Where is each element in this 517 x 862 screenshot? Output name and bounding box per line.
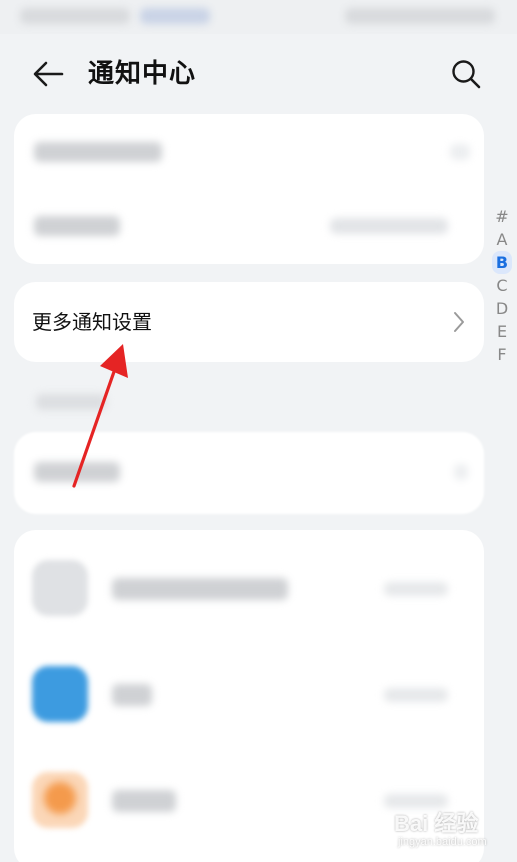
blurred-app-name-3[interactable] xyxy=(112,790,176,812)
page-title: 通知中心 xyxy=(88,59,197,89)
blurred-app-name-2[interactable] xyxy=(112,684,152,706)
status-bar xyxy=(0,0,517,34)
blurred-setting-card[interactable] xyxy=(14,432,484,514)
app-icon-1[interactable] xyxy=(32,560,88,616)
index-letter-a[interactable]: A xyxy=(492,228,512,251)
index-letter-hash[interactable]: # xyxy=(492,205,512,228)
notification-settings-card xyxy=(14,114,484,264)
back-button[interactable] xyxy=(26,56,70,92)
more-notification-settings-item[interactable]: 更多通知设置 xyxy=(14,282,484,362)
index-letter-c[interactable]: C xyxy=(492,274,512,297)
arrow-left-icon xyxy=(33,61,64,87)
more-notification-settings-label: 更多通知设置 xyxy=(32,310,152,334)
blurred-toggle-1[interactable] xyxy=(450,144,470,160)
blurred-app-status-2 xyxy=(384,688,448,702)
blurred-app-name-1[interactable] xyxy=(112,578,288,600)
chevron-right-icon xyxy=(454,312,464,332)
index-letter-d[interactable]: D xyxy=(492,297,512,320)
blurred-setting-row-1[interactable] xyxy=(34,142,162,162)
search-button[interactable] xyxy=(446,56,486,92)
blurred-app-status-1 xyxy=(384,582,448,596)
blurred-chevron-3 xyxy=(454,464,468,480)
search-icon xyxy=(452,60,481,89)
index-letter-b[interactable]: B xyxy=(492,251,512,274)
alphabet-index-bar[interactable]: # A B C D E F xyxy=(492,205,512,366)
blurred-app-icon-3-accent xyxy=(44,782,76,814)
blurred-setting-row-2[interactable] xyxy=(34,216,120,236)
blurred-setting-row-3 xyxy=(34,462,120,482)
status-bar-right-blur xyxy=(345,8,495,24)
index-letter-e[interactable]: E xyxy=(492,320,512,343)
index-letter-f[interactable]: F xyxy=(492,343,512,366)
status-bar-left-blur xyxy=(20,8,130,24)
app-header: 通知中心 xyxy=(0,44,517,104)
app-icon-2[interactable] xyxy=(32,666,88,722)
baidu-watermark-url: jingyan.baidu.com xyxy=(398,836,487,848)
status-bar-left-blur-2 xyxy=(140,8,210,24)
baidu-watermark: Bai 经验 xyxy=(394,811,479,836)
blurred-setting-value-2 xyxy=(330,218,448,234)
blurred-section-header xyxy=(36,394,106,410)
